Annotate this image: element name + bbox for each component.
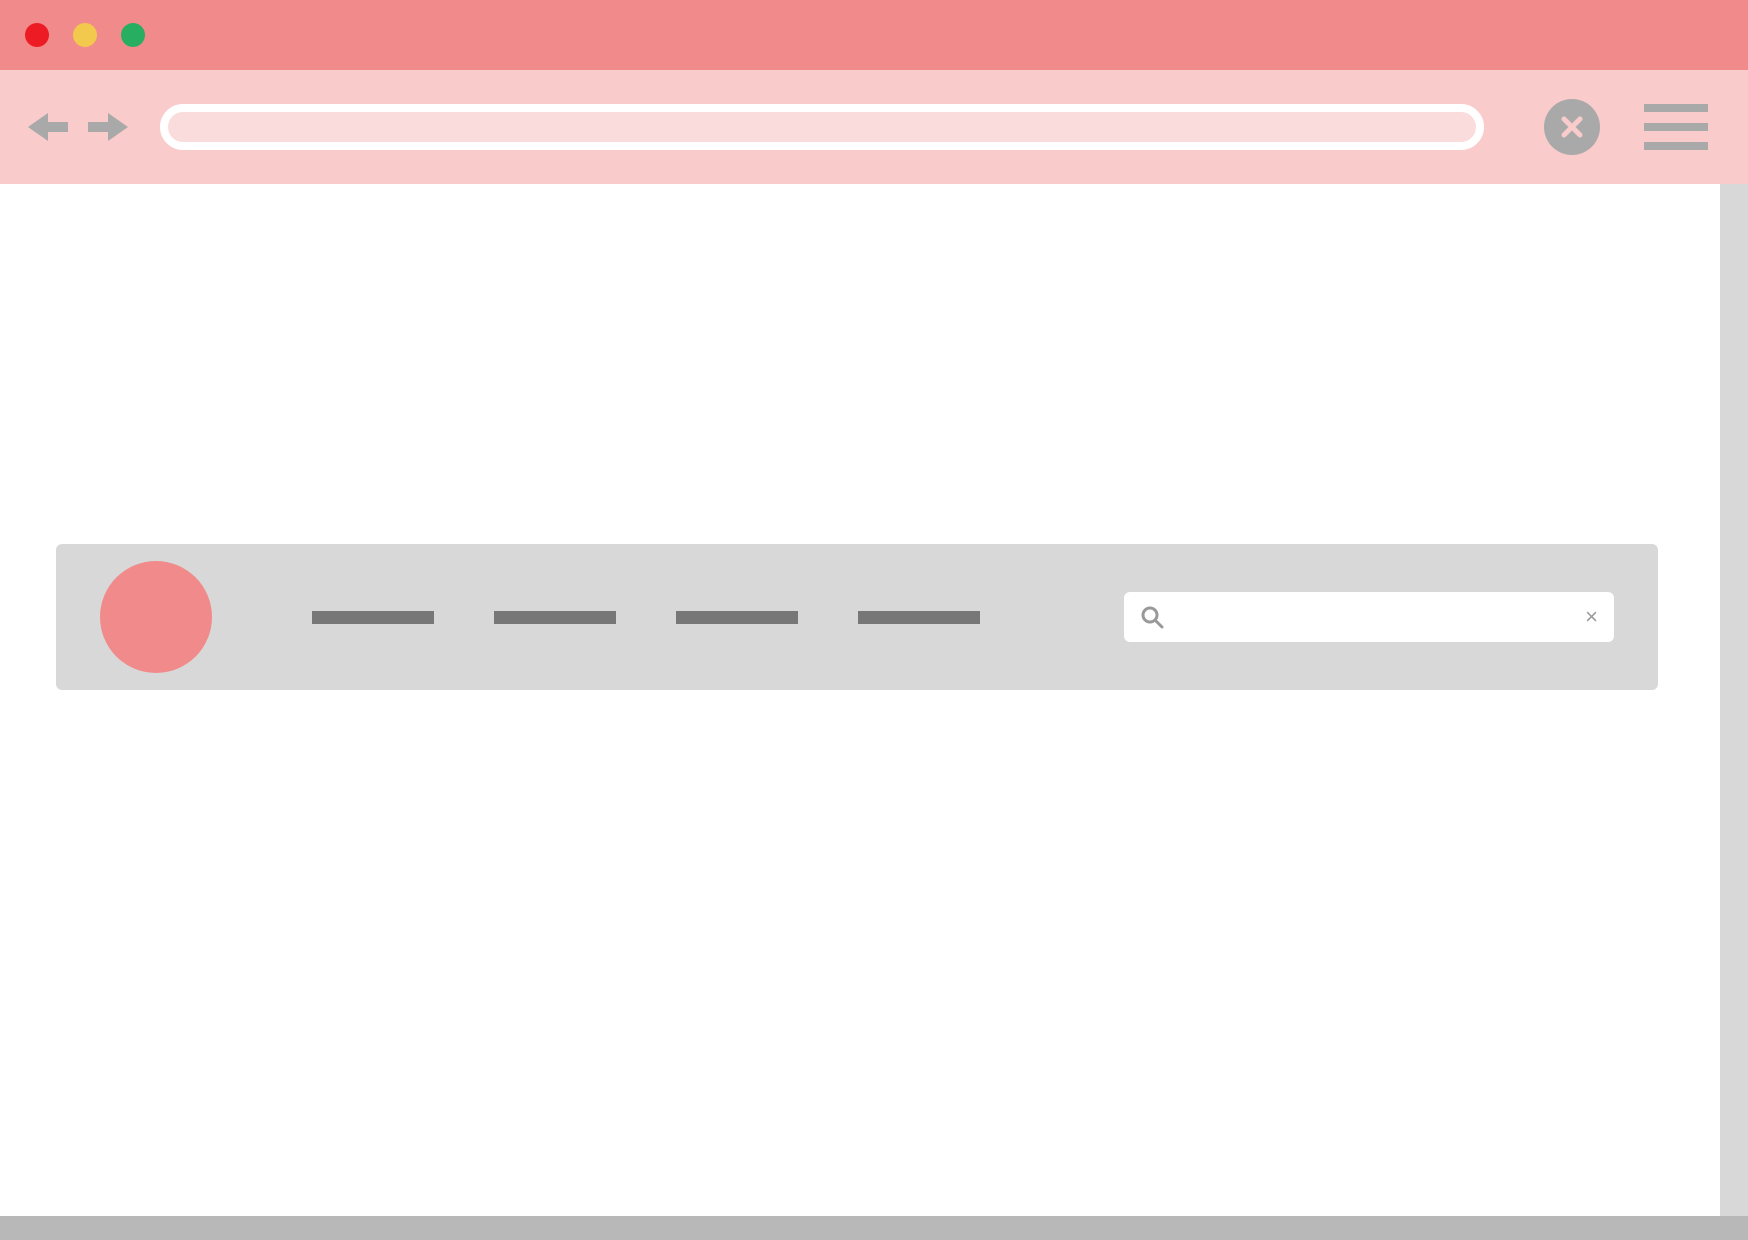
site-logo[interactable] <box>100 561 212 673</box>
forward-button[interactable] <box>88 111 128 143</box>
stop-button[interactable] <box>1544 99 1600 155</box>
window-minimize-button[interactable] <box>73 23 97 47</box>
search-icon <box>1140 605 1164 629</box>
page-search: × <box>1124 592 1614 642</box>
scrollbar-track[interactable] <box>1720 184 1748 1216</box>
nav-link[interactable] <box>494 611 616 624</box>
nav-link[interactable] <box>858 611 980 624</box>
hamburger-icon <box>1644 104 1708 112</box>
search-input[interactable] <box>1174 607 1575 628</box>
nav-links <box>312 611 1064 624</box>
browser-toolbar <box>0 70 1748 184</box>
hamburger-icon <box>1644 142 1708 150</box>
nav-link[interactable] <box>676 611 798 624</box>
page-navbar: × <box>56 544 1658 690</box>
window-close-button[interactable] <box>25 23 49 47</box>
address-bar[interactable] <box>160 104 1484 150</box>
back-button[interactable] <box>28 111 68 143</box>
window-maximize-button[interactable] <box>121 23 145 47</box>
menu-button[interactable] <box>1644 104 1708 150</box>
close-icon <box>1561 116 1583 138</box>
nav-link[interactable] <box>312 611 434 624</box>
status-bar <box>0 1216 1748 1240</box>
search-clear-button[interactable]: × <box>1585 606 1598 628</box>
window-title-bar <box>0 0 1748 70</box>
page-content: × <box>0 184 1748 1216</box>
hamburger-icon <box>1644 123 1708 131</box>
